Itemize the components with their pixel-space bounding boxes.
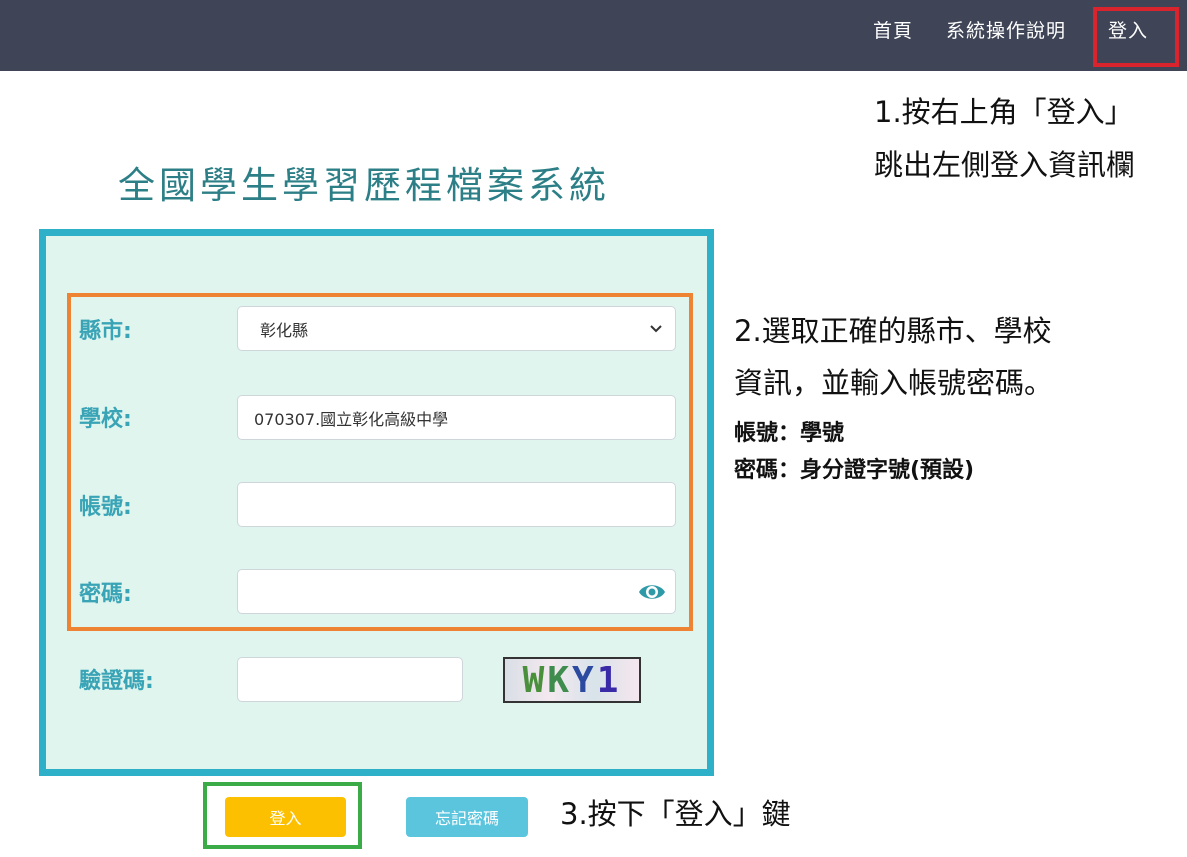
account-label: 帳號: [79,495,132,520]
captcha-image[interactable]: W K Y 1 [503,657,641,703]
instruction-step1-line1: 1.按右上角「登入」 [874,95,1134,129]
account-input[interactable] [237,482,676,527]
password-label: 密碼: [79,582,132,607]
city-label: 縣市: [79,319,132,344]
captcha-char: 1 [596,659,622,701]
forgot-password-button[interactable]: 忘記密碼 [406,797,528,837]
nav-home-link[interactable]: 首頁 [873,16,913,43]
captcha-char: Y [572,659,597,701]
school-label: 學校: [79,407,132,432]
nav-guide-link[interactable]: 系統操作說明 [946,16,1066,43]
school-value: 070307.國立彰化高級中學 [254,409,449,429]
school-field[interactable]: 070307.國立彰化高級中學 [237,395,676,440]
captcha-input[interactable] [237,657,463,702]
captcha-label: 驗證碼: [79,669,154,694]
top-navbar: 首頁 系統操作說明 登入 [0,0,1187,71]
instruction-step1-line2: 跳出左側登入資訊欄 [874,148,1136,182]
account-hint: 帳號：學號 [734,421,845,446]
instruction-step2-line2: 資訊，並輸入帳號密碼。 [734,366,1054,400]
city-select[interactable]: 彰化縣 [237,306,676,351]
login-highlight-box [1093,7,1179,67]
instruction-step2-line1: 2.選取正確的縣市、學校 [734,314,1052,348]
eye-icon[interactable] [638,581,666,603]
city-selected-value: 彰化縣 [260,320,309,340]
password-hint: 密碼：身分證字號(預設) [734,458,975,483]
instruction-step3: 3.按下「登入」鍵 [560,797,791,831]
page-title: 全國學生學習歷程檔案系統 [118,164,610,207]
captcha-char: K [547,659,572,701]
password-input[interactable] [237,569,676,614]
login-button[interactable]: 登入 [225,797,346,837]
captcha-char: W [522,659,548,701]
chevron-down-icon [650,325,662,333]
